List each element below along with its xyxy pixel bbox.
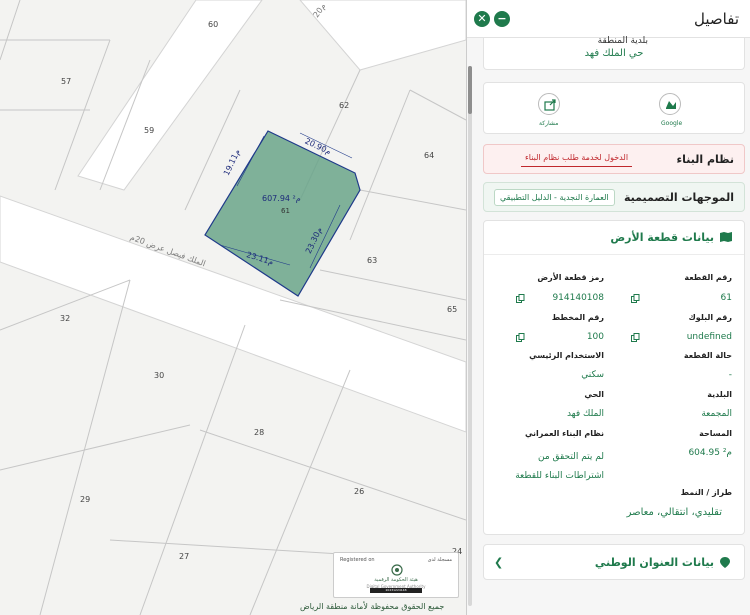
area-value: 604.95 م² (688, 448, 732, 458)
google-label: Google (661, 120, 683, 127)
minus-icon: − (497, 12, 507, 25)
land-data-card: بيانات قطعة الأرض رقم القطعة رمز قطعة ال… (483, 220, 745, 535)
status-label: حالة القطعة (683, 351, 732, 360)
panel-header: تفاصيل ✕ − (467, 0, 750, 38)
building-system-request-link[interactable]: الدخول لخدمة طلب نظام البناء (521, 151, 633, 167)
close-icon: ✕ (477, 12, 487, 25)
lot-number: 32 (60, 314, 71, 323)
copyright-text: جميع الحقوق محفوظة لأمانة منطقة الرياض (300, 602, 445, 611)
design-guide-chip[interactable]: العمارة النجدية - الدليل التطبيقي (494, 189, 615, 206)
lot-number: 28 (254, 428, 265, 437)
parcel-no-label: رقم القطعة (684, 273, 732, 282)
design-guides-card: الموجهات التصميمية العمارة النجدية - الد… (483, 182, 745, 212)
panel-title: تفاصيل (694, 10, 739, 28)
neighborhood-value: حي الملك فهد (584, 48, 644, 59)
plan-value: 100 (586, 332, 604, 342)
lot-number: 57 (61, 77, 72, 86)
location-pin-icon (720, 557, 730, 568)
parcel-number-label: 61 (281, 207, 290, 215)
badge-arabic-text: مسجلة لدى (427, 557, 452, 563)
scrollbar-thumb[interactable] (468, 66, 472, 114)
chevron-left-icon: ❮ (494, 556, 504, 569)
lot-number: 27 (179, 552, 190, 561)
building-system-card: نظام البناء الدخول لخدمة طلب نظام البناء (483, 144, 745, 174)
parcel-code-value: 914140108 (552, 293, 604, 303)
parcel-code-label: رمز قطعة الأرض (537, 273, 604, 282)
share-label: مشاركة (539, 120, 559, 127)
folded-map-icon (720, 232, 732, 242)
municipality-card: بلدية المنطقة حي الملك فهد (483, 36, 745, 70)
share-button[interactable] (538, 93, 560, 115)
parcel-no-value: 61 (720, 293, 732, 303)
map-canvas[interactable] (0, 0, 466, 615)
lot-number: 60 (208, 20, 219, 29)
land-data-header[interactable]: بيانات قطعة الأرض (484, 221, 744, 255)
parcel-area-label: 607.94 م² (262, 194, 301, 203)
badge-org-name: هيئة الحكومة الرقمية (374, 577, 418, 583)
collapse-button[interactable]: − (494, 11, 510, 27)
badge-registered-text: Registered on (340, 557, 375, 563)
district-label: الحي (584, 390, 604, 399)
badge-code: 20231224148 (370, 588, 422, 593)
land-data-title: بيانات قطعة الأرض (610, 231, 714, 244)
share-icon (544, 99, 556, 111)
district-value: الملك فهد (566, 409, 604, 419)
style-label: طراز / النمط (680, 488, 732, 497)
app-root: 60 57 59 62 64 63 65 32 30 28 29 26 27 2… (0, 0, 750, 615)
national-address-title: بيانات العنوان الوطني (594, 556, 714, 569)
plan-label: رقم المخطط (551, 313, 604, 322)
close-button[interactable]: ✕ (474, 11, 490, 27)
block-value: undefined (686, 332, 732, 342)
lot-number: 26 (354, 487, 365, 496)
lot-number: 63 (367, 256, 378, 265)
google-maps-button[interactable] (659, 93, 681, 115)
status-value: - (728, 370, 732, 380)
dga-registration-badge: Registered on مسجلة لدى هيئة الحكومة الر… (333, 552, 459, 598)
details-panel: تفاصيل ✕ − بلدية المنطقة حي الملك فهد مش… (466, 0, 750, 615)
lot-number: 64 (424, 151, 435, 160)
design-guides-title: الموجهات التصميمية (623, 191, 734, 204)
building-system-title: نظام البناء (676, 153, 734, 166)
lot-number: 62 (339, 101, 350, 110)
main-use-label: الاستخدام الرئيسي (529, 351, 604, 360)
map-view[interactable]: 60 57 59 62 64 63 65 32 30 28 29 26 27 2… (0, 0, 466, 615)
style-value: تقليدي، انتقالي، معاصر (626, 507, 722, 518)
municipality-heading: بلدية المنطقة (597, 36, 648, 46)
copy-icon[interactable] (516, 294, 525, 303)
lot-number: 30 (154, 371, 165, 380)
area-label: المساحة (699, 429, 732, 438)
dga-logo-icon (391, 564, 403, 576)
scrollbar-track[interactable] (468, 66, 472, 606)
urban-system-label: نظام البناء العمراني (524, 429, 604, 438)
block-label: رقم البلوك (688, 313, 732, 322)
copy-icon[interactable] (631, 333, 640, 342)
lot-number: 29 (80, 495, 91, 504)
copy-icon[interactable] (631, 294, 640, 303)
municipality-label: البلدية (707, 390, 732, 399)
map-icon (666, 101, 676, 109)
main-use-value: سكني (581, 370, 604, 380)
national-address-card[interactable]: بيانات العنوان الوطني ❮ (483, 544, 745, 580)
lot-number: 59 (144, 126, 155, 135)
urban-system-value: لم يتم التحقق من اشتراطات البناء للقطعة (515, 452, 604, 481)
copy-icon[interactable] (516, 333, 525, 342)
lot-number: 65 (447, 305, 458, 314)
municipality-value: المجمعة (701, 409, 732, 419)
actions-card: مشاركة Google (483, 82, 745, 134)
